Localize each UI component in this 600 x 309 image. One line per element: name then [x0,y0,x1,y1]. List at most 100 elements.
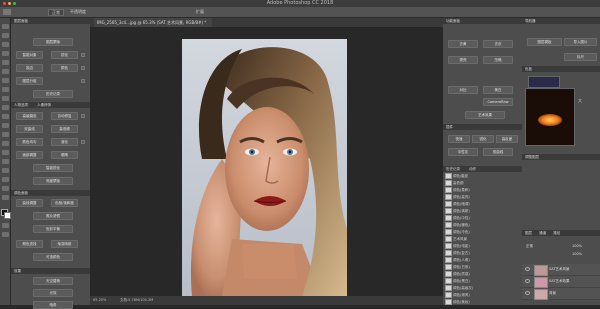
btn-sky-replace[interactable]: 天空替换 [33,277,73,285]
btn-eyes[interactable]: 眼睛 [51,151,78,159]
zoom-tool-icon[interactable] [2,195,9,200]
action-item[interactable]: 艺术风景 [443,236,522,243]
tab-actions[interactable]: 动作 [469,167,476,171]
btn-smart-sharpen[interactable]: 智能锐化 [33,164,73,172]
layer-row[interactable]: SAT艺术效果 [522,276,600,288]
light-effect-preview[interactable] [525,88,575,146]
move-tool-icon[interactable] [2,24,9,29]
btn-smart-object[interactable]: 智能对象 [16,51,43,59]
btn-liquify[interactable]: 液化 [51,138,78,146]
action-item[interactable]: 调色(日系) [443,264,522,271]
blend-mode-select[interactable]: 正常 [48,9,64,16]
tab-channels[interactable]: 通道 [539,231,546,235]
btn-darken[interactable]: 压暗 [483,56,513,64]
btn-stroke[interactable]: 描边 [16,64,43,72]
option-checkbox[interactable] [81,66,85,70]
shape-tool-icon[interactable] [2,177,9,182]
tab-portrait-options[interactable]: 人物选项 [14,103,28,107]
btn-curves[interactable]: 曲线调整 [16,199,43,207]
btn-neutral-gray[interactable]: 中性灰 [448,148,478,156]
document-tab[interactable]: IMG_2565_3c4...jpg @ 65.3% (SAT 艺术风景, RG… [94,18,213,27]
layer-opacity[interactable]: 100% [572,244,582,248]
quick-select-tool-icon[interactable] [2,51,9,56]
action-item[interactable]: 调色(港风) [443,292,522,299]
option-checkbox[interactable] [81,114,85,118]
background-color-swatch[interactable] [4,212,11,219]
btn-dual-curves[interactable]: 双曲线 [16,125,43,133]
btn-face-adjust[interactable]: 面部调整 [16,151,43,159]
gradient-tool-icon[interactable] [2,123,9,128]
action-item[interactable]: 调色(电影) [443,243,522,250]
btn-luminosity-mask[interactable]: 亮度蒙版 [33,177,73,185]
btn-high-pass[interactable]: 高反差 [496,135,518,143]
action-item[interactable]: 调色(高级灰) [443,285,522,292]
action-item[interactable]: 调色(清新) [443,208,522,215]
tab-history[interactable]: 历史记录 [446,167,460,171]
btn-auto-repair[interactable]: 自动修复 [51,112,78,120]
eye-icon[interactable] [525,267,530,271]
eye-icon[interactable] [525,279,530,283]
btn-color-lookup[interactable]: 颜色查找 [16,240,43,248]
btn-whiten[interactable]: 美白 [483,86,513,94]
option-checkbox[interactable] [81,79,85,83]
action-item[interactable]: 调色(中性) [443,215,522,222]
path-select-tool-icon[interactable] [2,168,9,173]
layer-row[interactable]: SAT艺术风景 [522,264,600,276]
btn-sharpen-mid[interactable]: 锐化 [472,135,494,143]
tab-layers[interactable]: 图层 [525,231,532,235]
swatches-tab[interactable]: 色板 [522,66,600,72]
action-item[interactable]: 调色(质感) [443,271,522,278]
action-item[interactable]: 调色(暗调) [443,201,522,208]
btn-history[interactable]: 历史记录 [33,90,73,98]
action-item[interactable]: 调色(暖色) [443,222,522,229]
btn-dual-curve-mid[interactable]: 双曲线 [483,148,513,156]
btn-gradient-map[interactable]: 渐变映射 [51,240,78,248]
option-checkbox[interactable] [81,140,85,144]
btn-photo-filter[interactable]: 照片滤镜 [33,212,73,220]
action-item[interactable]: 调色/磨皮 [443,173,522,180]
action-item[interactable]: 调色(美妆) [443,299,522,305]
btn-brighten[interactable]: 提亮 [448,56,478,64]
btn-light-effect[interactable]: 光效 [33,289,73,297]
option-checkbox[interactable] [81,53,85,57]
pen-tool-icon[interactable] [2,150,9,155]
btn-contrast[interactable]: 对比 [448,86,478,94]
btn-even-skin[interactable]: 肤色均匀 [16,138,43,146]
canvas-area[interactable] [90,27,443,296]
btn-layer-mask[interactable]: 图层蒙版 [33,38,73,46]
layer-fill[interactable]: 100% [572,252,582,256]
btn-quick[interactable]: 快速 [448,135,470,143]
btn-hue-saturation[interactable]: 色相/饱和度 [51,199,78,207]
eraser-tool-icon[interactable] [2,114,9,119]
action-item[interactable]: 调色(人像) [443,257,522,264]
btn-import-image[interactable]: 导入图片 [564,38,597,46]
btn-sharpen[interactable]: 锐化 [51,51,78,59]
btn-remove-yellow[interactable]: 去黄 [448,40,478,48]
brush-tool-icon[interactable] [2,87,9,92]
btn-camera-raw[interactable]: CameraRaw [483,98,513,106]
swatch-preview[interactable] [528,76,560,88]
eye-icon[interactable] [525,291,530,295]
btn-selective-color[interactable]: 可选颜色 [33,253,73,261]
btn-layer-group[interactable]: 图层分组 [16,77,43,85]
btn-layer-template[interactable]: 图层模板 [527,38,562,46]
type-tool-icon[interactable] [2,159,9,164]
tool-preset-icon[interactable] [3,9,11,15]
tab-paths[interactable]: 路径 [553,231,560,235]
action-item[interactable]: 调色(黑白) [443,278,522,285]
dodge-tool-icon[interactable] [2,141,9,146]
lasso-tool-icon[interactable] [2,42,9,47]
healing-brush-tool-icon[interactable] [2,78,9,83]
btn-ruler[interactable]: 标尺 [564,53,597,61]
marquee-tool-icon[interactable] [2,33,9,38]
crop-tool-icon[interactable] [2,60,9,65]
action-item[interactable]: 高低频 [443,180,522,187]
zoom-level[interactable]: 65.25% [93,298,106,302]
btn-color[interactable]: 颜色 [51,64,78,72]
btn-advanced-smoothing[interactable]: 高级磨皮 [16,112,43,120]
history-brush-tool-icon[interactable] [2,105,9,110]
quick-mask-icon[interactable] [2,223,9,228]
btn-vignette[interactable]: 暗角 [33,301,73,309]
layer-row[interactable]: 背景 [522,288,600,300]
btn-frequency-separation[interactable]: 高低频 [51,125,78,133]
